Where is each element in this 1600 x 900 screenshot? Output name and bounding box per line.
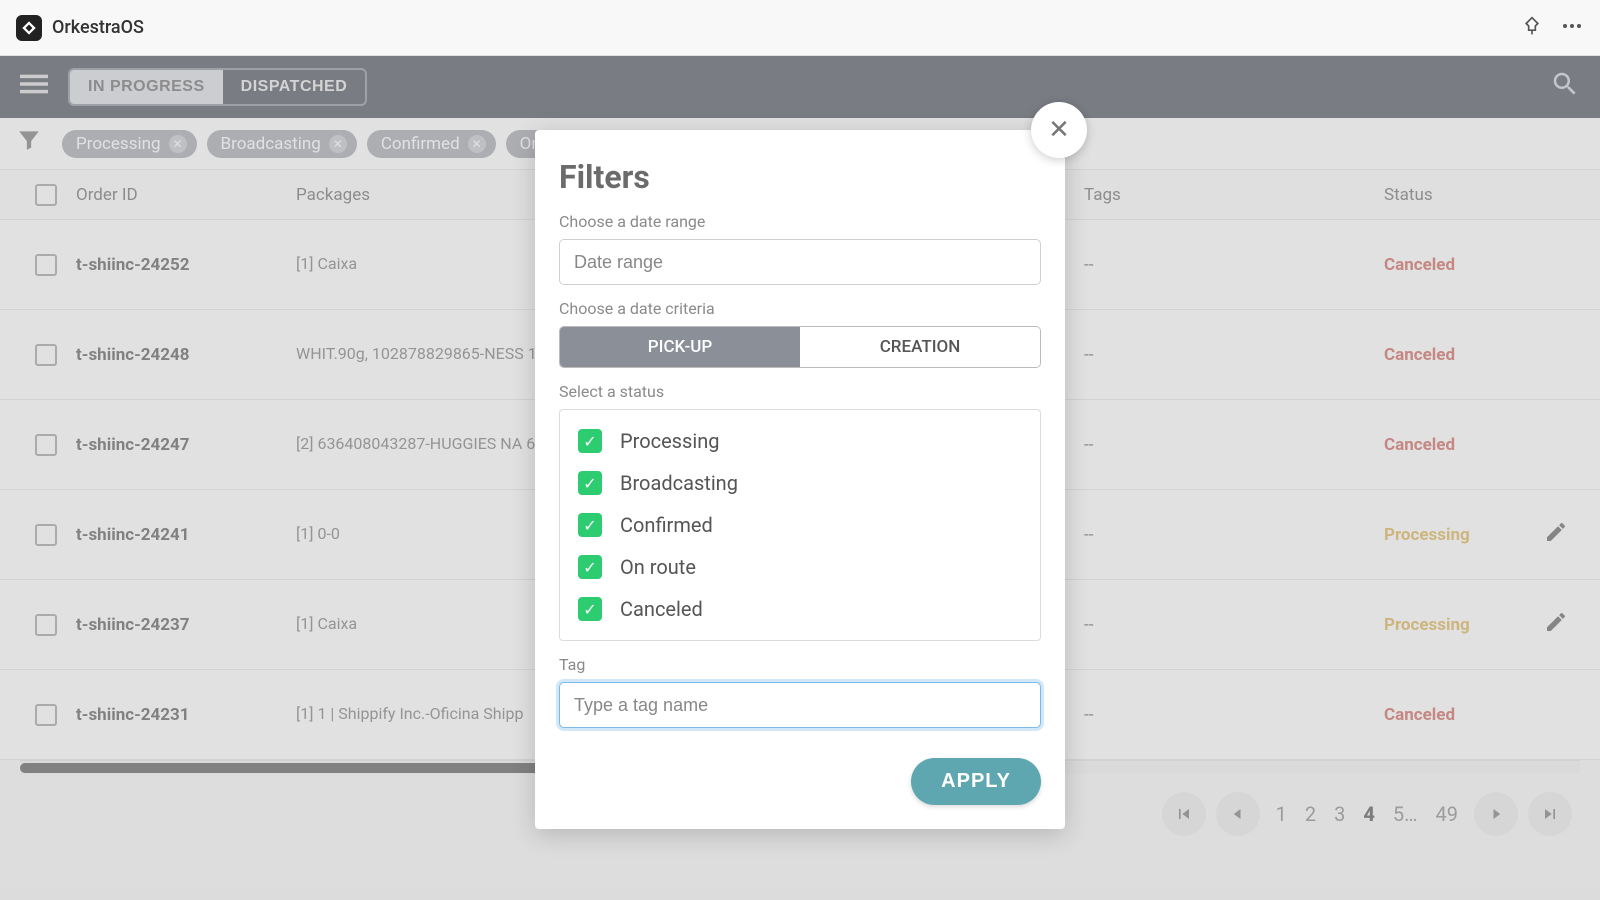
status-list: ✓ Processing ✓ Broadcasting ✓ Confirmed ✓ On ro…	[559, 409, 1041, 641]
close-icon[interactable]: ✕	[1031, 102, 1087, 158]
tag-label: Tag	[559, 655, 1041, 674]
criteria-creation[interactable]: CREATION	[800, 327, 1040, 367]
date-range-input[interactable]	[559, 239, 1041, 285]
pin-icon[interactable]	[1522, 16, 1542, 40]
status-label: On route	[620, 555, 696, 579]
select-status-label: Select a status	[559, 382, 1041, 401]
status-option[interactable]: ✓ Processing	[560, 420, 1040, 462]
status-option[interactable]: ✓ Confirmed	[560, 504, 1040, 546]
app-logo	[16, 15, 42, 41]
status-label: Broadcasting	[620, 471, 738, 495]
date-criteria-segment: PICK-UP CREATION	[559, 326, 1041, 368]
apply-button[interactable]: APPLY	[911, 758, 1041, 805]
date-criteria-label: Choose a date criteria	[559, 299, 1041, 318]
status-label: Processing	[620, 429, 719, 453]
more-icon[interactable]	[1560, 14, 1584, 42]
filters-modal: ✕ Filters Choose a date range Choose a d…	[535, 130, 1065, 829]
top-actions	[1522, 14, 1584, 42]
criteria-pickup[interactable]: PICK-UP	[560, 327, 800, 367]
checkbox-checked-icon[interactable]: ✓	[578, 429, 602, 453]
checkbox-checked-icon[interactable]: ✓	[578, 597, 602, 621]
checkbox-checked-icon[interactable]: ✓	[578, 513, 602, 537]
status-option[interactable]: ✓ Broadcasting	[560, 462, 1040, 504]
status-label: Canceled	[620, 597, 703, 621]
checkbox-checked-icon[interactable]: ✓	[578, 471, 602, 495]
logo-wrap: OrkestraOS	[16, 15, 144, 41]
date-range-label: Choose a date range	[559, 212, 1041, 231]
status-option[interactable]: ✓ On route	[560, 546, 1040, 588]
top-header: OrkestraOS	[0, 0, 1600, 56]
status-label: Confirmed	[620, 513, 713, 537]
modal-title: Filters	[559, 158, 1041, 196]
status-option[interactable]: ✓ Canceled	[560, 588, 1040, 630]
checkbox-checked-icon[interactable]: ✓	[578, 555, 602, 579]
app-name: OrkestraOS	[52, 17, 144, 38]
tag-input[interactable]	[559, 682, 1041, 728]
